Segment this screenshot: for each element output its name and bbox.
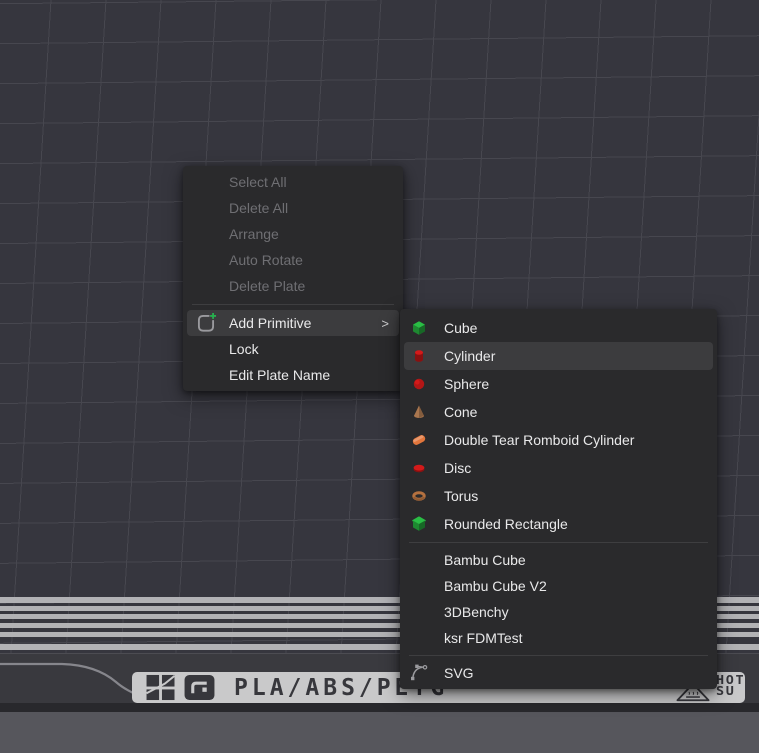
menu-item-auto-rotate: Auto Rotate — [187, 247, 399, 273]
submenu-item-disc[interactable]: Disc — [404, 454, 713, 482]
rounded-rectangle-icon — [410, 515, 428, 533]
submenu-chevron-icon: > — [381, 316, 389, 331]
menu-item-delete-plate: Delete Plate — [187, 273, 399, 299]
menu-item-delete-all: Delete All — [187, 195, 399, 221]
submenu-item-bambu-cube[interactable]: Bambu Cube — [404, 547, 713, 573]
plate-bottom-edge — [0, 703, 759, 712]
menu-item-select-all: Select All — [187, 169, 399, 195]
submenu-item-ksr-fdmtest[interactable]: ksr FDMTest — [404, 625, 713, 651]
hot-surface-text: HOT SU — [716, 675, 745, 697]
plate-context-menu: Select All Delete All Arrange Auto Rotat… — [183, 166, 403, 391]
menu-item-lock[interactable]: Lock — [187, 336, 399, 362]
submenu-item-svg[interactable]: SVG — [404, 660, 713, 686]
submenu-separator — [409, 655, 708, 656]
submenu-item-sphere[interactable]: Sphere — [404, 370, 713, 398]
menu-separator — [192, 304, 394, 305]
add-primitive-submenu: Cube Cylinder Sphere — [400, 309, 717, 689]
sphere-icon — [410, 375, 428, 393]
add-primitive-icon — [194, 311, 218, 335]
disc-icon — [410, 459, 428, 477]
submenu-item-cube[interactable]: Cube — [404, 314, 713, 342]
double-tear-romboid-cylinder-icon — [410, 431, 428, 449]
menu-item-arrange: Arrange — [187, 221, 399, 247]
studio-logo-icon — [183, 674, 216, 701]
submenu-item-bambu-cube-v2[interactable]: Bambu Cube V2 — [404, 573, 713, 599]
submenu-item-double-tear-romboid-cylinder[interactable]: Double Tear Romboid Cylinder — [404, 426, 713, 454]
bezier-curve-icon — [408, 662, 430, 684]
submenu-separator — [409, 542, 708, 543]
submenu-item-torus[interactable]: Torus — [404, 482, 713, 510]
bambu-logo-icon — [145, 674, 177, 701]
cone-icon — [410, 403, 428, 421]
cube-icon — [410, 319, 428, 337]
submenu-item-rounded-rectangle[interactable]: Rounded Rectangle — [404, 510, 713, 538]
menu-item-edit-plate-name[interactable]: Edit Plate Name — [187, 362, 399, 388]
cylinder-icon — [410, 347, 428, 365]
submenu-item-3dbenchy[interactable]: 3DBenchy — [404, 599, 713, 625]
submenu-item-cone[interactable]: Cone — [404, 398, 713, 426]
submenu-item-cylinder[interactable]: Cylinder — [404, 342, 713, 370]
torus-icon — [410, 487, 428, 505]
menu-item-add-primitive[interactable]: Add Primitive > — [187, 310, 399, 336]
